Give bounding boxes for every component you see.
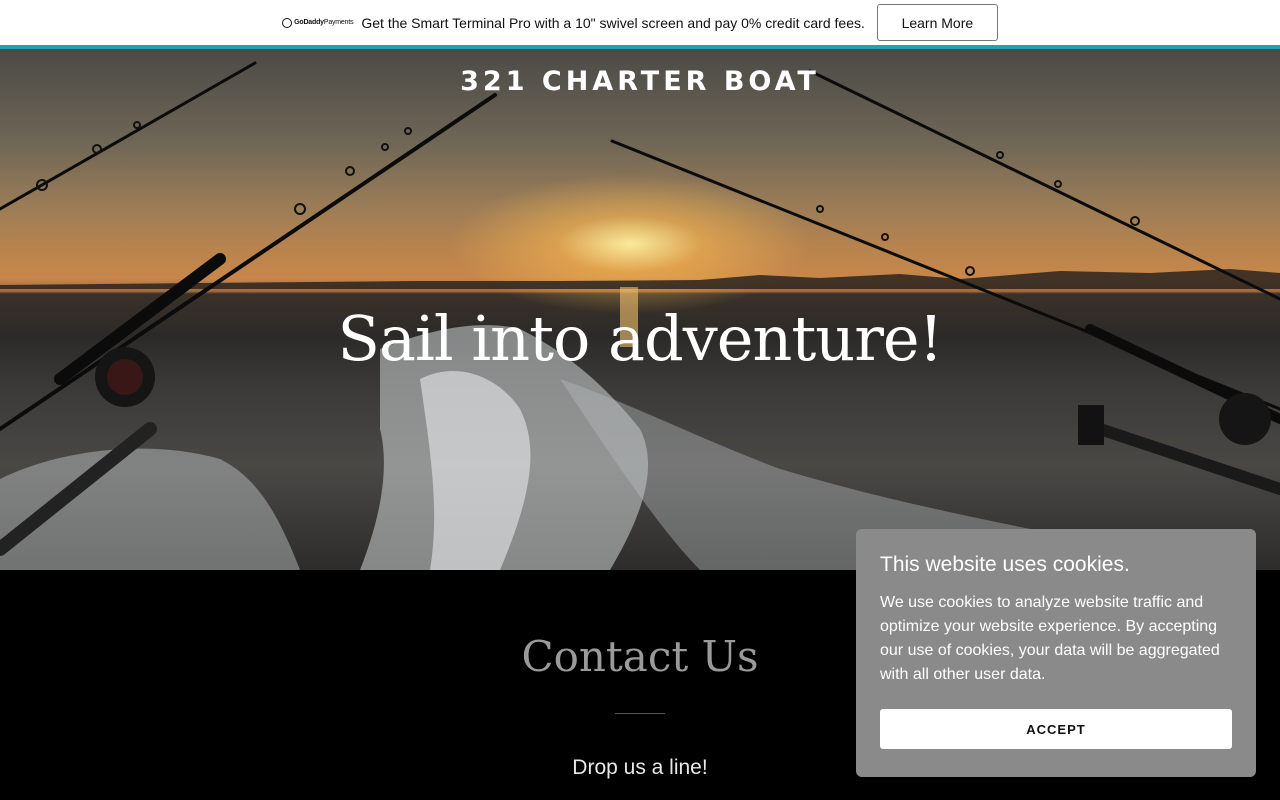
site-title[interactable]: 321 CHARTER BOAT [0, 66, 1280, 97]
cookie-message: We use cookies to analyze website traffi… [880, 594, 1220, 683]
hero-headline: Sail into adventure! [337, 302, 944, 375]
accept-cookies-button[interactable]: ACCEPT [880, 709, 1232, 749]
contact-divider [615, 713, 665, 714]
hero-section: 321 CHARTER BOAT Sail into adventure! [0, 49, 1280, 570]
godaddy-payments-logo: GoDaddyPayments [282, 17, 354, 28]
godaddy-logo-icon [282, 17, 293, 28]
promo-banner: GoDaddyPayments Get the Smart Terminal P… [0, 0, 1280, 45]
learn-more-button[interactable]: Learn More [876, 4, 998, 41]
cookie-banner: This website uses cookies. We use cookie… [856, 529, 1256, 777]
cookie-title: This website uses cookies. [880, 553, 1130, 576]
promo-text: Get the Smart Terminal Pro with a 10" sw… [361, 14, 865, 31]
